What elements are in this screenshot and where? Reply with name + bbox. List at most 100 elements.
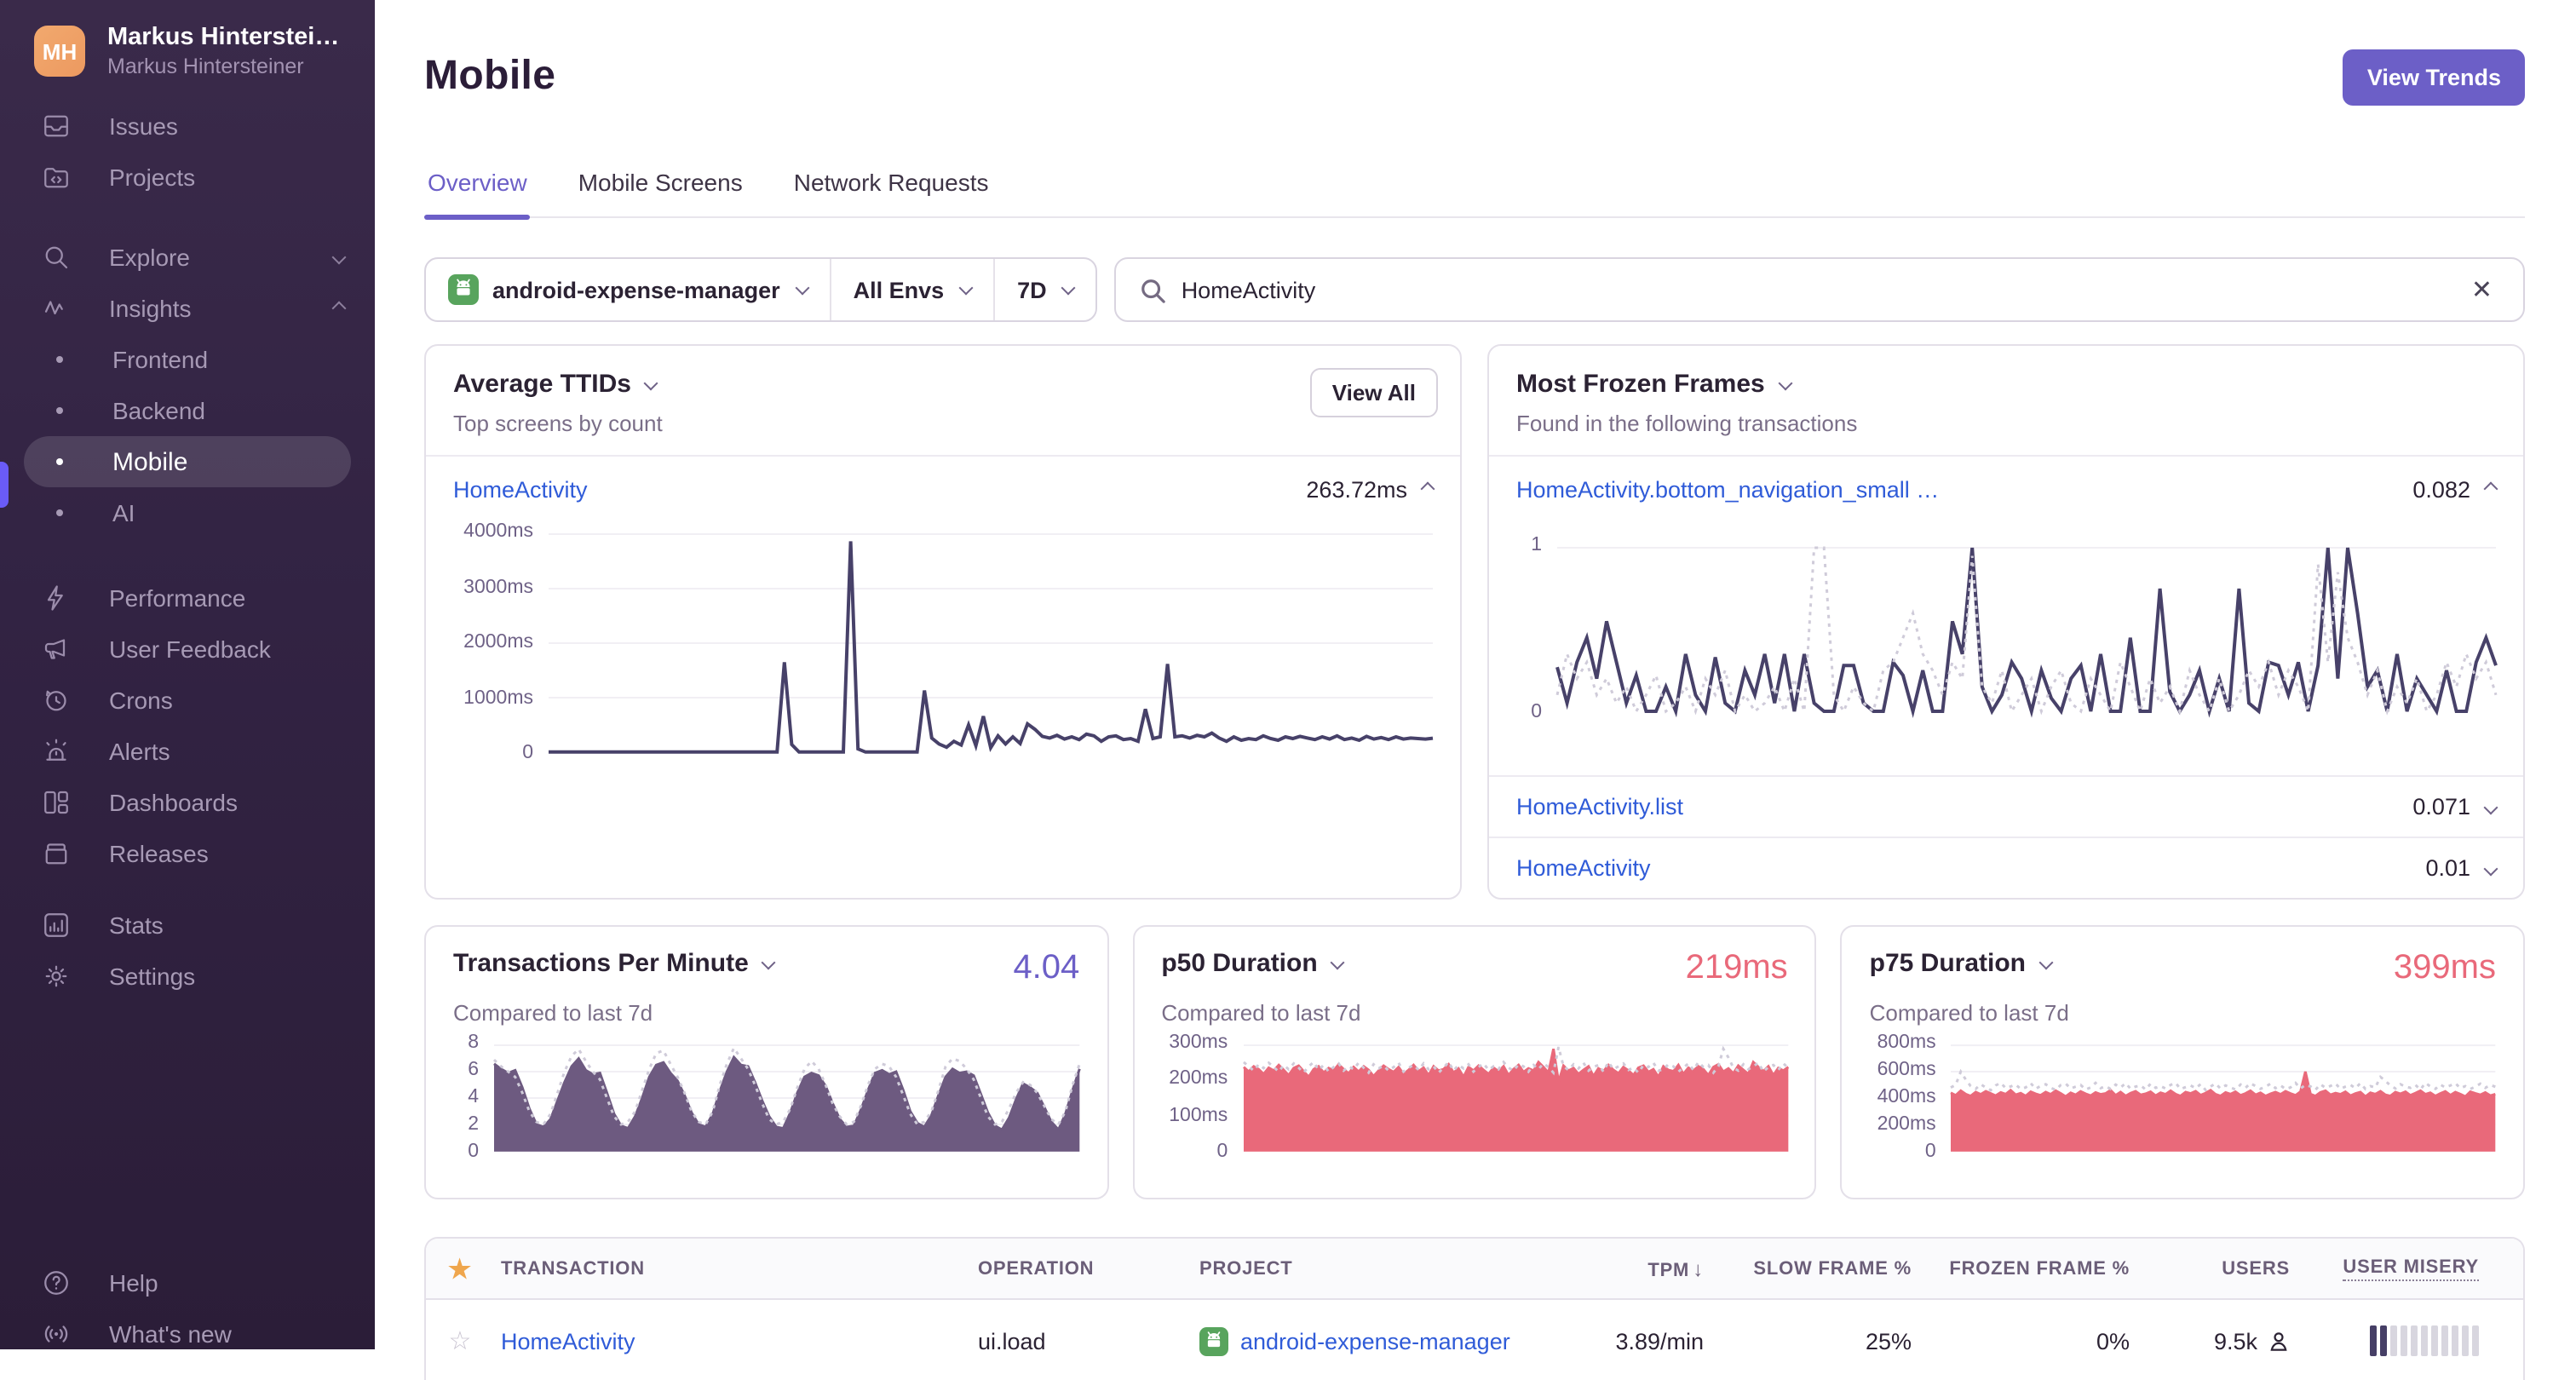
search-input[interactable]: HomeActivity ✕ — [1114, 257, 2525, 323]
tpm-title-selector[interactable]: Transactions Per Minute — [453, 949, 777, 979]
sidebar-item-mobile[interactable]: Mobile — [24, 436, 351, 487]
table-row[interactable]: ☆ HomeActivity ui.load android-expense-m… — [426, 1300, 2523, 1380]
star-icon[interactable]: ★ — [448, 1253, 472, 1284]
column-header-frozen-frame[interactable]: FROZEN FRAME % — [1918, 1258, 2136, 1279]
tpm-chart: 86420 — [453, 1032, 1081, 1163]
active-item-indicator — [0, 462, 9, 508]
column-header-transaction[interactable]: TRANSACTION — [494, 1258, 971, 1279]
user-name: Markus Hintersteiner — [107, 24, 346, 51]
chevron-down-icon[interactable] — [2483, 860, 2498, 876]
sidebar-item-whats-new[interactable]: What's new — [0, 1308, 375, 1349]
date-range-selector[interactable]: 7D — [993, 259, 1096, 321]
sidebar-item-alerts[interactable]: Alerts — [0, 726, 375, 777]
user-menu[interactable]: MH Markus Hintersteiner Markus Hinterste… — [34, 24, 348, 78]
table-header: ★ TRANSACTION OPERATION PROJECT TPM ↓ SLO… — [426, 1239, 2523, 1301]
sidebar-item-dashboards[interactable]: Dashboards — [0, 777, 375, 828]
sidebar-item-performance[interactable]: Performance — [0, 572, 375, 624]
view-all-button[interactable]: View All — [1309, 368, 1438, 418]
bullet-icon — [56, 356, 63, 363]
card-subtitle: Compared to last 7d — [1161, 1000, 1361, 1026]
column-header-operation[interactable]: OPERATION — [971, 1258, 1193, 1279]
sidebar-item-insights[interactable]: Insights — [0, 283, 375, 334]
sidebar-nav: Issues Projects Explore Insights Fronten… — [0, 101, 375, 1002]
search-icon — [41, 242, 72, 273]
android-platform-icon — [448, 274, 479, 306]
dashboard-icon — [41, 787, 72, 818]
sidebar-item-frontend[interactable]: Frontend — [0, 334, 375, 385]
view-trends-button[interactable]: View Trends — [2343, 49, 2525, 106]
column-header-project[interactable]: PROJECT — [1193, 1258, 1516, 1279]
card-subtitle: Found in the following transactions — [1516, 411, 1858, 437]
chevron-up-icon[interactable] — [2483, 481, 2498, 497]
transaction-link[interactable]: HomeActivity — [1516, 855, 1651, 881]
environment-selector[interactable]: All Envs — [829, 259, 994, 321]
card-subtitle: Compared to last 7d — [1869, 1000, 2069, 1026]
card-title: Transactions Per Minute — [453, 949, 749, 979]
sidebar-item-settings[interactable]: Settings — [0, 951, 375, 1002]
chevron-down-icon — [958, 280, 974, 296]
card-title: p50 Duration — [1161, 949, 1318, 979]
frozen-transaction-row[interactable]: HomeActivity.bottom_navigation_small … 0… — [1489, 457, 2523, 521]
sidebar-item-label: Mobile — [112, 447, 188, 476]
search-icon — [1141, 279, 1166, 303]
frozen-frames-line-chart — [1555, 546, 2498, 719]
column-header-user-misery[interactable]: USER MISERY — [2343, 1256, 2479, 1281]
y-axis: 86420 — [468, 1032, 479, 1163]
y-axis: 10 — [1531, 535, 1542, 723]
user-org: Markus Hintersteiner — [107, 55, 304, 78]
main-content: Mobile View Trends Overview Mobile Scree… — [375, 0, 2576, 1380]
sidebar-item-crons[interactable]: Crons — [0, 675, 375, 726]
clear-search-icon[interactable]: ✕ — [2464, 271, 2499, 308]
card-subtitle: Top screens by count — [453, 411, 663, 437]
sidebar-item-help[interactable]: Help — [0, 1257, 375, 1308]
sidebar-item-label: Backend — [112, 397, 205, 424]
ttid-transaction-row[interactable]: HomeActivity 263.72ms — [426, 457, 1460, 521]
sidebar-item-label: Alerts — [109, 738, 170, 765]
frozen-value: 0.01 — [2425, 855, 2470, 882]
tab-network-requests[interactable]: Network Requests — [791, 158, 992, 216]
transaction-link[interactable]: HomeActivity.bottom_navigation_small … — [1516, 476, 1939, 502]
sidebar-item-releases[interactable]: Releases — [0, 828, 375, 879]
sidebar-item-backend[interactable]: Backend — [0, 385, 375, 436]
sidebar-item-projects[interactable]: Projects — [0, 152, 375, 203]
bullet-icon — [56, 407, 63, 414]
tpm-cell: 3.89/min — [1615, 1328, 1704, 1354]
column-header-tpm[interactable]: TPM ↓ — [1516, 1256, 1711, 1280]
project-selector[interactable]: android-expense-manager — [426, 259, 830, 320]
sidebar-item-user-feedback[interactable]: User Feedback — [0, 624, 375, 675]
frozen-transaction-row[interactable]: HomeActivity.list 0.071 — [1489, 775, 2523, 837]
p50-chart: 300ms 200ms 100ms 0 — [1161, 1032, 1789, 1162]
sidebar-item-label: Releases — [109, 840, 209, 867]
frozen-frames-title-selector[interactable]: Most Frozen Frames — [1516, 370, 2496, 399]
chevron-down-icon[interactable] — [2483, 799, 2498, 814]
tab-mobile-screens[interactable]: Mobile Screens — [575, 158, 746, 216]
project-link[interactable]: android-expense-manager — [1193, 1326, 1516, 1356]
sidebar-item-label: Settings — [109, 963, 196, 990]
chevron-up-icon[interactable] — [1420, 481, 1435, 497]
sidebar-item-label: Performance — [109, 584, 246, 612]
column-header-slow-frame[interactable]: SLOW FRAME % — [1711, 1258, 1918, 1279]
column-header-users[interactable]: USERS — [2136, 1258, 2297, 1279]
star-outline-icon[interactable]: ☆ — [449, 1325, 472, 1356]
sidebar-item-stats[interactable]: Stats — [0, 900, 375, 951]
sidebar-item-label: Dashboards — [109, 789, 238, 816]
p75-title-selector[interactable]: p75 Duration — [1870, 949, 2054, 978]
frozen-transaction-row[interactable]: HomeActivity 0.01 — [1489, 837, 2523, 898]
transaction-link[interactable]: HomeActivity.list — [1516, 794, 1683, 819]
tab-overview[interactable]: Overview — [424, 158, 532, 221]
chevron-down-icon — [1061, 280, 1077, 296]
average-ttids-title-selector[interactable]: Average TTIDs — [453, 370, 1433, 399]
transaction-link[interactable]: HomeActivity — [453, 476, 588, 502]
sidebar-item-explore[interactable]: Explore — [0, 232, 375, 283]
chevron-down-icon — [795, 280, 810, 296]
search-input-value: HomeActivity — [1181, 277, 1316, 303]
sidebar-item-issues[interactable]: Issues — [0, 101, 375, 152]
sidebar-item-label: Explore — [109, 244, 190, 271]
megaphone-icon — [41, 634, 72, 664]
sidebar-item-label: Frontend — [112, 346, 209, 373]
transaction-link[interactable]: HomeActivity — [501, 1328, 635, 1354]
p50-title-selector[interactable]: p50 Duration — [1161, 949, 1346, 979]
insights-icon — [41, 293, 72, 324]
tpm-area-chart — [492, 1044, 1081, 1153]
sidebar-item-ai[interactable]: AI — [0, 487, 375, 538]
